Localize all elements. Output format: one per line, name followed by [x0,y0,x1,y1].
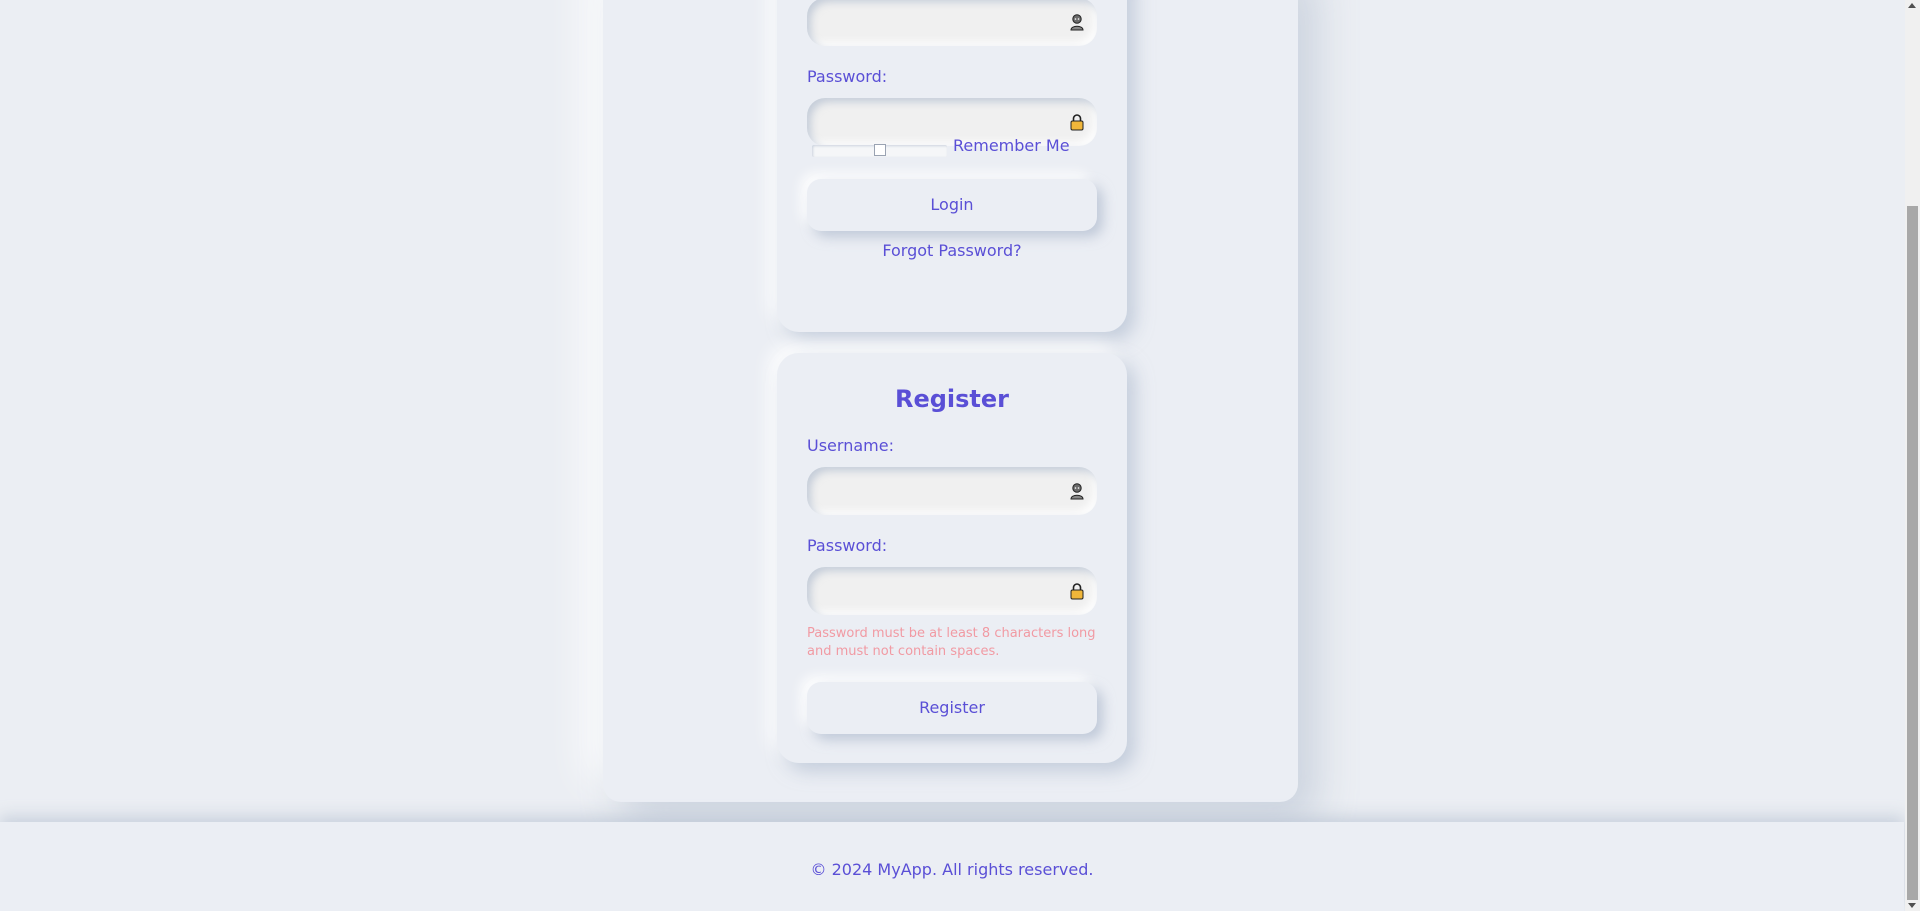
remember-me-slider-thumb[interactable] [873,144,886,156]
lock-icon [1070,114,1084,131]
register-password-field[interactable] [807,567,1097,615]
login-card: Password: Remember Me Login Forgot Passw… [777,0,1127,332]
login-username-field[interactable] [807,0,1097,46]
register-password-label: Password: [807,536,888,555]
remember-me-row: Remember Me [812,136,1112,157]
register-title: Register [894,385,1010,413]
lock-icon [1070,583,1084,600]
remember-me-slider[interactable] [812,144,947,157]
scrollbar-thumb[interactable] [1907,206,1918,900]
login-password-label: Password: [807,67,888,86]
register-button[interactable]: Register [807,682,1097,734]
register-username-label: Username: [807,436,894,455]
user-icon [1070,483,1084,500]
forgot-password-link[interactable]: Forgot Password? [777,241,1127,260]
footer-copyright: © 2024 MyApp. All rights reserved. [810,860,1094,879]
user-icon [1070,14,1084,31]
register-username-input[interactable] [807,467,1097,515]
page: Password: Remember Me Login Forgot Passw… [0,0,1920,911]
login-button[interactable]: Login [807,179,1097,231]
footer: © 2024 MyApp. All rights reserved. [0,822,1904,911]
register-password-input[interactable] [807,567,1097,615]
scroll-down-arrow[interactable] [1908,903,1916,908]
login-username-input[interactable] [807,0,1097,46]
register-card: Register Username: Password: Password mu… [777,353,1127,763]
register-username-field[interactable] [807,467,1097,515]
password-requirements-hint: Password must be at least 8 characters l… [807,626,1096,659]
scroll-up-arrow[interactable] [1908,3,1916,8]
remember-me-label: Remember Me [953,136,1070,155]
page-scrollbar[interactable] [1905,0,1920,911]
